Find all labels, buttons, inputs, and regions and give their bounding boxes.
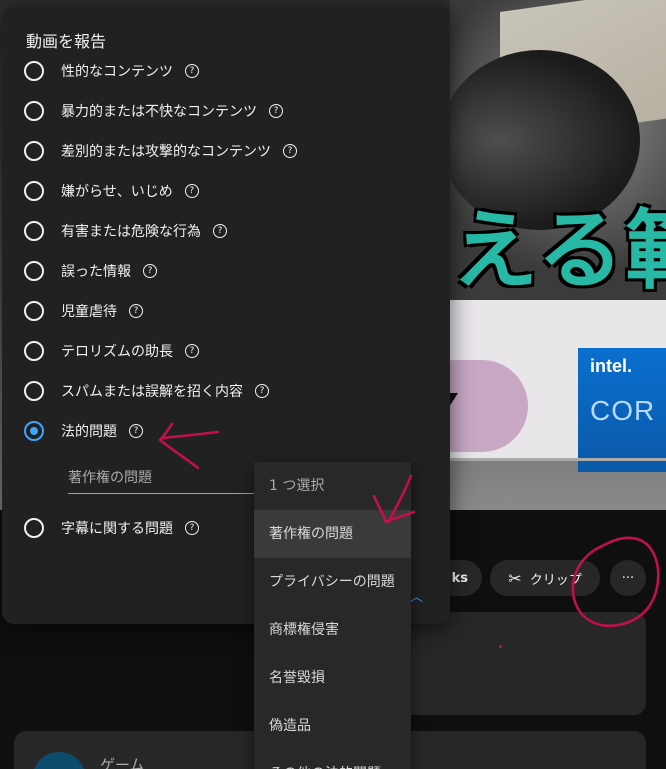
game-label: ゲーム xyxy=(100,756,145,769)
radio-unchecked[interactable] xyxy=(24,261,44,281)
radio-checked[interactable] xyxy=(24,421,44,441)
help-icon[interactable]: ? xyxy=(185,64,199,78)
dropdown-item[interactable]: プライバシーの問題 xyxy=(254,558,411,606)
report-option[interactable]: 有害または危険な行為? xyxy=(24,219,227,243)
report-option-label: 暴力的または不快なコンテンツ xyxy=(61,104,257,120)
more-actions-button[interactable]: ··· xyxy=(610,560,646,596)
radio-unchecked[interactable] xyxy=(24,101,44,121)
scissors-icon: ✂ xyxy=(508,568,522,588)
description-box[interactable] xyxy=(400,612,646,715)
help-icon[interactable]: ? xyxy=(143,264,157,278)
report-option-label: 嫌がらせ、いじめ xyxy=(61,184,173,200)
report-option-label: 有害または危険な行為 xyxy=(61,224,201,240)
help-icon[interactable]: ? xyxy=(269,104,283,118)
legal-issue-select-value: 著作権の問題 xyxy=(68,470,152,486)
legal-issue-select[interactable]: 著作権の問題 xyxy=(68,466,254,494)
dropdown-item[interactable]: 名誉毀損 xyxy=(254,654,411,702)
report-option[interactable]: 法的問題? xyxy=(24,419,143,443)
screen: える範 intel. COR ks ✂ クリップ ··· ゲーム 動画を報告 性… xyxy=(0,0,666,769)
more-icon: ··· xyxy=(621,570,635,586)
help-icon[interactable]: ? xyxy=(255,384,269,398)
report-option[interactable]: 嫌がらせ、いじめ? xyxy=(24,179,199,203)
report-option[interactable]: 差別的または攻撃的なコンテンツ? xyxy=(24,139,297,163)
dialog-title: 動画を報告 xyxy=(26,32,107,51)
dropdown-item: 1 つ選択 xyxy=(269,478,325,494)
report-option-label: 性的なコンテンツ xyxy=(61,64,173,80)
intel-core-text: COR xyxy=(590,395,656,426)
report-option-label: 差別的または攻撃的なコンテンツ xyxy=(61,144,271,160)
report-option-label: 児童虐待 xyxy=(61,304,117,320)
report-option-label: スパムまたは誤解を招く内容 xyxy=(61,384,243,400)
dropdown-item[interactable]: その他の法的問題 xyxy=(254,750,411,769)
radio-unchecked[interactable] xyxy=(24,221,44,241)
report-option[interactable]: スパムまたは誤解を招く内容? xyxy=(24,379,269,403)
radio-unchecked[interactable] xyxy=(24,518,44,538)
help-icon[interactable]: ? xyxy=(185,521,199,535)
dropdown-item[interactable]: 著作権の問題 xyxy=(254,510,411,558)
radio-unchecked[interactable] xyxy=(24,301,44,321)
annotation-dot xyxy=(499,645,502,648)
clip-label: クリップ xyxy=(529,572,582,588)
report-option[interactable]: 児童虐待? xyxy=(24,299,143,323)
report-option[interactable]: テロリズムの助長? xyxy=(24,339,199,363)
report-option-label: 法的問題 xyxy=(61,424,117,440)
report-option[interactable]: 字幕に関する問題? xyxy=(24,516,199,540)
legal-issue-dropdown: 1 つ選択著作権の問題プライバシーの問題商標権侵害名誉毀損偽造品その他の法的問題 xyxy=(254,462,411,769)
report-option[interactable]: 誤った情報? xyxy=(24,259,157,283)
intel-logo: intel. xyxy=(590,356,633,376)
help-icon[interactable]: ? xyxy=(184,184,199,198)
video-overlay-text: える範 xyxy=(452,201,666,301)
dropdown-item[interactable]: 商標権侵害 xyxy=(254,606,411,654)
thanks-label: ks xyxy=(451,570,468,586)
help-icon[interactable]: ? xyxy=(213,224,227,238)
report-option-label: 誤った情報 xyxy=(61,264,131,280)
help-icon[interactable]: ? xyxy=(129,424,143,438)
report-option-label: 字幕に関する問題 xyxy=(61,521,173,537)
help-icon[interactable]: ? xyxy=(185,344,199,358)
report-option[interactable]: 暴力的または不快なコンテンツ? xyxy=(24,99,283,123)
radio-unchecked[interactable] xyxy=(24,341,44,361)
help-icon[interactable]: ? xyxy=(129,304,143,318)
dropdown-item[interactable]: 偽造品 xyxy=(254,702,411,750)
radio-unchecked[interactable] xyxy=(24,141,44,161)
clip-button[interactable]: ✂ クリップ xyxy=(490,560,600,596)
chevron-up-icon[interactable]: ︿ xyxy=(410,586,423,605)
video-progress-bar[interactable] xyxy=(450,458,666,461)
help-icon[interactable]: ? xyxy=(283,144,297,158)
report-option[interactable]: 性的なコンテンツ? xyxy=(24,59,199,83)
radio-unchecked[interactable] xyxy=(24,61,44,81)
report-option-label: テロリズムの助長 xyxy=(61,344,173,360)
radio-unchecked[interactable] xyxy=(24,381,44,401)
radio-unchecked[interactable] xyxy=(24,181,44,201)
